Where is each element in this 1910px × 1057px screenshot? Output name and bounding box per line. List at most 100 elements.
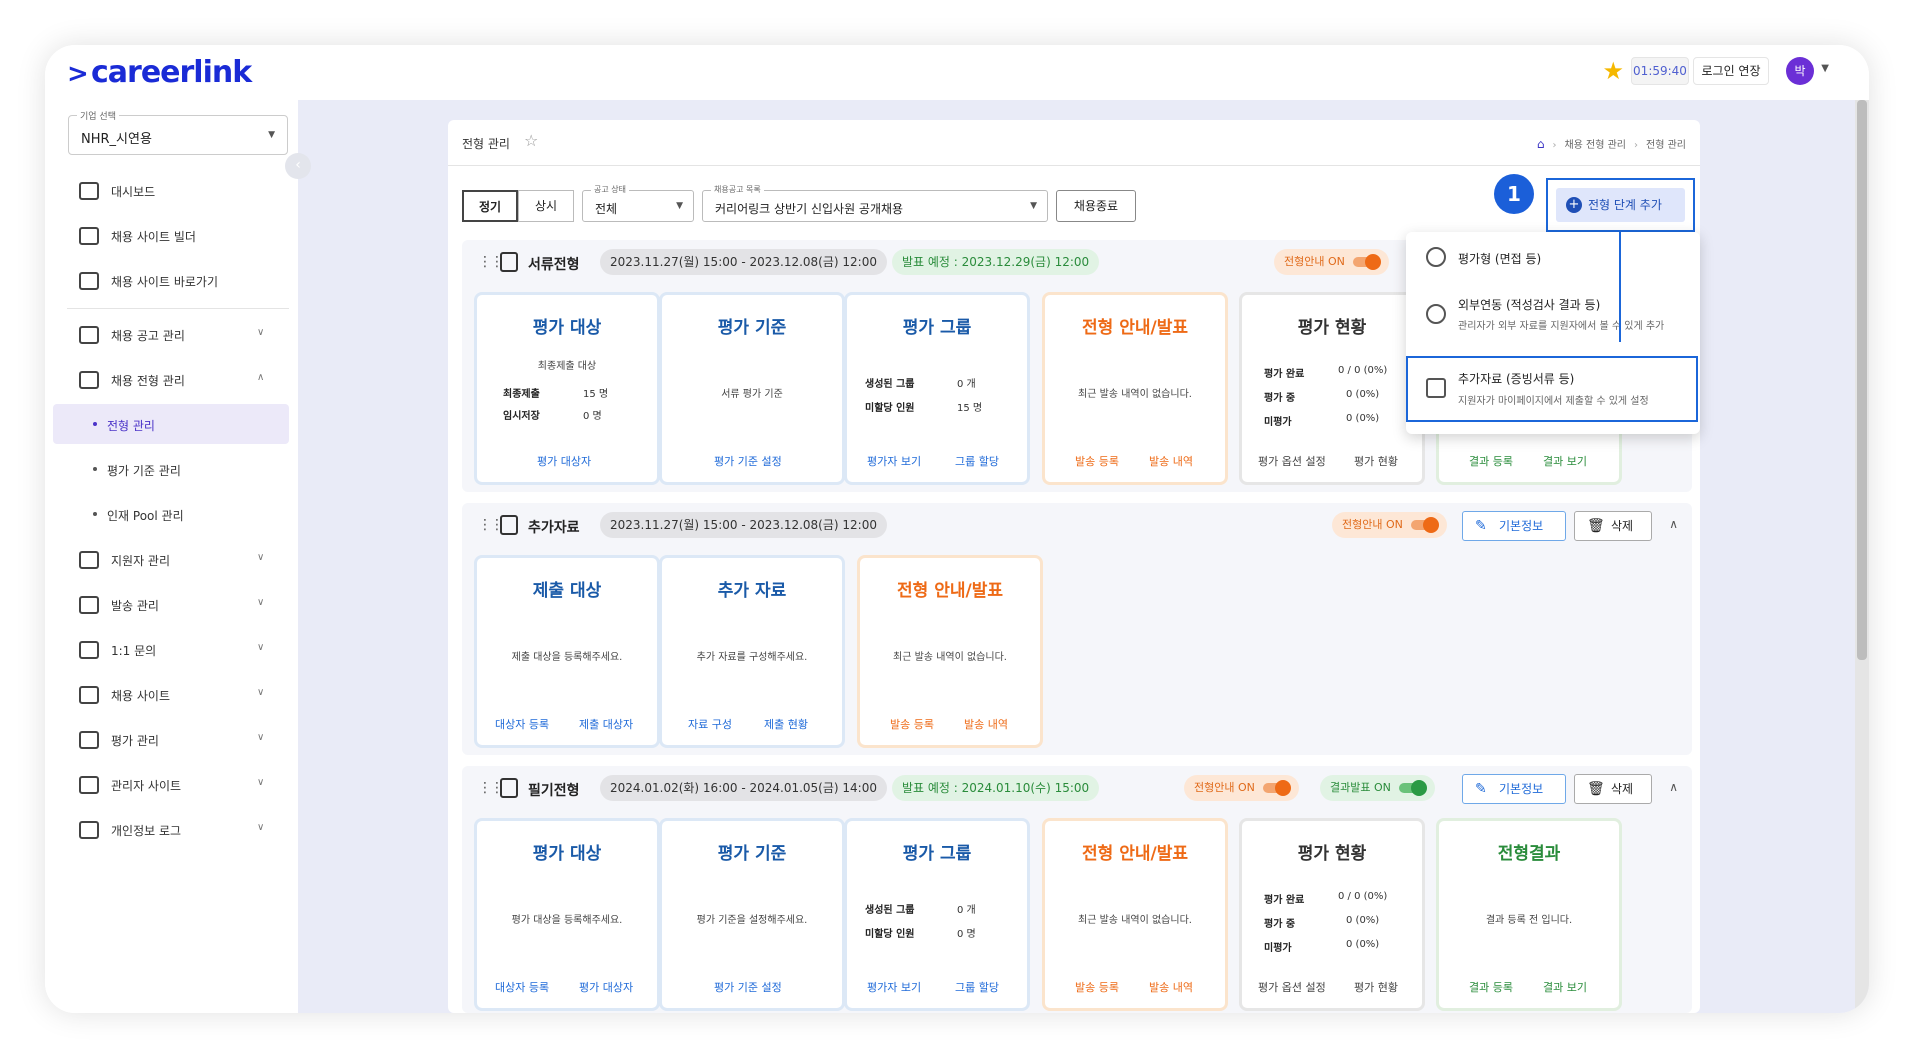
basic-info-button[interactable]: ✎ 기본정보 bbox=[1462, 511, 1566, 541]
sidebar-item-career-site[interactable]: 채용 사이트 ∨ bbox=[45, 674, 298, 714]
card-submit-target: 제출 대상 제출 대상을 등록해주세요. 대상자 등록 제출 대상자 bbox=[474, 555, 660, 748]
send-register-link[interactable]: 발송 등록 bbox=[1075, 979, 1119, 995]
tab-always[interactable]: 상시 bbox=[518, 190, 574, 222]
stage-name: 추가자료 bbox=[528, 520, 580, 536]
sidebar-item-privacy-log[interactable]: 개인정보 로그 ∨ bbox=[45, 809, 298, 849]
submission-status-link[interactable]: 제출 현황 bbox=[764, 716, 808, 732]
result-view-link[interactable]: 결과 보기 bbox=[1543, 453, 1587, 469]
sidebar-item-site-builder[interactable]: 채용 사이트 빌더 bbox=[45, 215, 298, 255]
view-evaluators-link[interactable]: 평가자 보기 bbox=[867, 453, 921, 469]
result-register-link[interactable]: 결과 등록 bbox=[1469, 453, 1513, 469]
favorite-star-icon[interactable]: ★ bbox=[1602, 57, 1624, 85]
register-target-link[interactable]: 대상자 등록 bbox=[495, 979, 549, 995]
delete-button[interactable]: 🗑 삭제 bbox=[1574, 511, 1652, 541]
sidebar-collapse-button[interactable]: ‹ bbox=[285, 153, 311, 179]
assign-group-link[interactable]: 그룹 할당 bbox=[955, 453, 999, 469]
submit-targets-link[interactable]: 제출 대상자 bbox=[579, 716, 633, 732]
register-target-link[interactable]: 대상자 등록 bbox=[495, 716, 549, 732]
eval-status-link[interactable]: 평가 현황 bbox=[1354, 453, 1398, 469]
eval-target-link[interactable]: 평가 대상자 bbox=[537, 453, 591, 469]
card-message: 최근 발송 내역이 없습니다. bbox=[1078, 915, 1192, 926]
sidebar-item-admin-site[interactable]: 관리자 사이트 ∨ bbox=[45, 764, 298, 804]
sidebar-item-label: 지원자 관리 bbox=[111, 554, 171, 568]
add-stage-button[interactable]: + 전형 단계 추가 bbox=[1556, 188, 1685, 222]
criteria-settings-link[interactable]: 평가 기준 설정 bbox=[714, 453, 782, 469]
eval-option-link[interactable]: 평가 옵션 설정 bbox=[1258, 979, 1326, 995]
drag-handle-icon[interactable]: ⋮⋮ bbox=[478, 254, 504, 270]
eval-option-link[interactable]: 평가 옵션 설정 bbox=[1258, 453, 1326, 469]
chevron-down-icon[interactable]: ▼ bbox=[1821, 63, 1829, 74]
send-register-link[interactable]: 발송 등록 bbox=[890, 716, 934, 732]
stat-value: 15 명 bbox=[957, 403, 983, 414]
eval-target-link[interactable]: 평가 대상자 bbox=[579, 979, 633, 995]
guide-toggle[interactable]: 전형안내 ON bbox=[1184, 775, 1299, 801]
card-title: 전형 안내/발표 bbox=[1082, 844, 1188, 864]
drag-handle-icon[interactable]: ⋮⋮ bbox=[478, 517, 504, 533]
scrollbar-thumb[interactable] bbox=[1857, 100, 1867, 660]
guide-toggle[interactable]: 전형안내 ON bbox=[1332, 512, 1447, 538]
careerlink-logo[interactable]: > careerlink bbox=[67, 55, 252, 90]
menu-item-evaluation[interactable]: 평가형 (면접 등) bbox=[1406, 232, 1700, 282]
sidebar-item-job-postings[interactable]: 채용 공고 관리 ∨ bbox=[45, 314, 298, 354]
button-label: 기본정보 bbox=[1499, 519, 1544, 533]
select-value: 전체 bbox=[595, 202, 618, 216]
guide-toggle[interactable]: 전형안내 ON bbox=[1274, 249, 1389, 275]
sidebar-item-applicants[interactable]: 지원자 관리 ∨ bbox=[45, 539, 298, 579]
sidebar-sub-talent-pool[interactable]: 인재 Pool 관리 bbox=[53, 494, 289, 534]
delete-button[interactable]: 🗑 삭제 bbox=[1574, 774, 1652, 804]
sidebar-sub-stage-management[interactable]: 전형 관리 bbox=[53, 404, 289, 444]
sidebar-item-screening[interactable]: 채용 전형 관리 ∧ bbox=[45, 359, 298, 399]
stat-label: 미평가 bbox=[1264, 417, 1292, 428]
compose-docs-link[interactable]: 자료 구성 bbox=[688, 716, 732, 732]
tab-regular[interactable]: 정기 bbox=[462, 190, 518, 222]
send-history-link[interactable]: 발송 내역 bbox=[1149, 453, 1193, 469]
sidebar-sub-criteria[interactable]: 평가 기준 관리 bbox=[53, 449, 289, 489]
extend-login-button[interactable]: 로그인 연장 bbox=[1693, 57, 1769, 85]
select-caption: 채용공고 목록 bbox=[711, 184, 764, 195]
add-stage-menu: 평가형 (면접 등) 외부연동 (적성검사 결과 등) 관리자가 외부 자료를 … bbox=[1406, 232, 1700, 434]
result-view-link[interactable]: 결과 보기 bbox=[1543, 979, 1587, 995]
drag-handle-icon[interactable]: ⋮⋮ bbox=[478, 780, 504, 796]
clipboard-icon bbox=[79, 371, 99, 389]
send-history-link[interactable]: 발송 내역 bbox=[1149, 979, 1193, 995]
result-toggle[interactable]: 결과발표 ON bbox=[1320, 775, 1435, 801]
corp-select[interactable]: 기업 선택 NHR_시연용 ▼ bbox=[68, 109, 288, 155]
card-title: 평가 대상 bbox=[532, 318, 602, 338]
menu-item-additional-docs[interactable]: 추가자료 (증빙서류 등) 지원자가 마이페이지에서 제출할 수 있게 설정 bbox=[1406, 356, 1698, 422]
sidebar-item-label: 1:1 문의 bbox=[111, 644, 157, 658]
chevron-up-icon[interactable]: ∧ bbox=[1669, 780, 1678, 794]
menu-item-title: 추가자료 (증빙서류 등) bbox=[1458, 372, 1575, 386]
scrollbar[interactable] bbox=[1855, 100, 1869, 1013]
end-recruitment-button[interactable]: 채용종료 bbox=[1056, 190, 1136, 222]
avatar[interactable]: 박 bbox=[1786, 57, 1814, 85]
result-register-link[interactable]: 결과 등록 bbox=[1469, 979, 1513, 995]
basic-info-button[interactable]: ✎ 기본정보 bbox=[1462, 774, 1566, 804]
stat-label: 생성된 그룹 bbox=[865, 379, 915, 390]
assign-group-link[interactable]: 그룹 할당 bbox=[955, 979, 999, 995]
menu-item-external[interactable]: 외부연동 (적성검사 결과 등) 관리자가 외부 자료를 지원자에서 볼 수 있… bbox=[1406, 282, 1700, 348]
announce-date: 발표 예정 : 2024.01.10(수) 15:00 bbox=[892, 775, 1100, 801]
stat-label: 미할당 인원 bbox=[865, 403, 915, 414]
bookmark-star-icon[interactable]: ☆ bbox=[524, 131, 538, 150]
home-icon[interactable]: ⌂ bbox=[1537, 137, 1545, 151]
eval-status-link[interactable]: 평가 현황 bbox=[1354, 979, 1398, 995]
chevron-down-icon: ∨ bbox=[257, 687, 265, 698]
stat-value: 0 (0%) bbox=[1346, 413, 1380, 424]
breadcrumb-item[interactable]: 채용 전형 관리 bbox=[1564, 140, 1626, 151]
sidebar-item-site-shortcut[interactable]: 채용 사이트 바로가기 bbox=[45, 260, 298, 300]
sidebar-item-inquiry[interactable]: 1:1 문의 ∨ bbox=[45, 629, 298, 669]
criteria-settings-link[interactable]: 평가 기준 설정 bbox=[714, 979, 782, 995]
sidebar-item-dashboard[interactable]: 대시보드 bbox=[45, 170, 298, 210]
posting-list-select[interactable]: 채용공고 목록 커리어링크 상반기 신입사원 공개채용 ▼ bbox=[702, 184, 1048, 222]
send-register-link[interactable]: 발송 등록 bbox=[1075, 453, 1119, 469]
trash-icon: 🗑 bbox=[1587, 518, 1605, 534]
bullet-icon bbox=[93, 422, 97, 426]
sidebar-item-evaluation[interactable]: 평가 관리 ∨ bbox=[45, 719, 298, 759]
card-eval-target: 평가 대상 평가 대상을 등록해주세요. 대상자 등록 평가 대상자 bbox=[474, 818, 660, 1011]
sidebar-item-messaging[interactable]: 발송 관리 ∨ bbox=[45, 584, 298, 624]
send-history-link[interactable]: 발송 내역 bbox=[964, 716, 1008, 732]
view-evaluators-link[interactable]: 평가자 보기 bbox=[867, 979, 921, 995]
list-icon bbox=[79, 326, 99, 344]
posting-status-select[interactable]: 공고 상태 전체 ▼ bbox=[582, 184, 694, 222]
chevron-up-icon[interactable]: ∧ bbox=[1669, 517, 1678, 531]
